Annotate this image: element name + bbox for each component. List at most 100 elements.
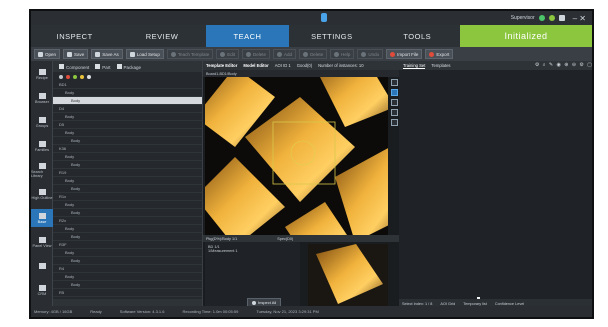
tree-row[interactable]: Body	[53, 89, 202, 97]
zoom-icon[interactable]	[390, 79, 398, 86]
toolbar-button-save[interactable]: Save	[63, 49, 89, 59]
rail-label: Groups	[35, 123, 49, 128]
toolbar-button-load-setup[interactable]: Load Setup	[125, 49, 164, 59]
tree-row[interactable]: R4	[53, 265, 202, 273]
toolbar-button-import-file[interactable]: Import File	[386, 49, 423, 59]
rail-item-base[interactable]: Base	[31, 209, 53, 227]
tree-header-part[interactable]: Part	[95, 63, 111, 70]
tree-row[interactable]: Body	[53, 137, 202, 145]
toolbar-button-delete[interactable]: Delete	[299, 49, 328, 59]
tree-row[interactable]: R2x	[53, 217, 202, 225]
tree-header-icon	[59, 63, 64, 69]
toolbar-button-open[interactable]: Open	[34, 49, 61, 59]
crop-icon[interactable]	[390, 119, 398, 126]
tree-row[interactable]: D4	[53, 105, 202, 113]
ok-icon[interactable]	[73, 74, 77, 79]
tree-row[interactable]: K36	[53, 145, 202, 153]
training-tab-1[interactable]: Templates	[431, 63, 450, 68]
rail-item-search-library[interactable]: Search Library	[31, 161, 53, 179]
tree-row-label: R1x	[59, 194, 67, 199]
tree-row[interactable]: R5	[53, 289, 202, 297]
toolbar-button-edit[interactable]: Edit	[216, 49, 240, 59]
tree-row[interactable]: Body	[53, 201, 202, 209]
toolbar-button-save-as[interactable]: Save As	[91, 49, 123, 59]
tree-row-label: Body	[71, 138, 81, 143]
connection-icon	[538, 15, 545, 21]
toolbar-icon	[361, 51, 367, 57]
warning-icon[interactable]	[80, 74, 84, 79]
filter-icon[interactable]	[87, 74, 91, 79]
toolbar-button-teach-template[interactable]: Teach Template	[166, 49, 214, 59]
tab-settings[interactable]: SETTINGS	[289, 25, 374, 47]
tree-row-label: R19	[59, 170, 67, 175]
viewer-tab-1[interactable]: Model Editor	[243, 63, 268, 68]
toolbar-button-add[interactable]: Add	[273, 49, 297, 59]
tree-row[interactable]: Body	[53, 129, 202, 137]
tree-row[interactable]: Body	[53, 97, 202, 105]
toolbar-icon	[429, 51, 435, 57]
gear-icon[interactable]	[59, 74, 63, 79]
toolbar-button-help[interactable]: Help	[330, 49, 355, 59]
inspection-image[interactable]	[205, 77, 388, 235]
tree-row-label: Body	[65, 274, 75, 279]
toolbar-button-delete[interactable]: Delete	[242, 49, 271, 59]
rail-icon	[38, 68, 46, 75]
error-icon[interactable]	[66, 74, 70, 79]
viewer-tab-2[interactable]: AOI ID 1	[275, 63, 291, 68]
tree-row[interactable]: Body	[53, 233, 202, 241]
tree-row[interactable]: R19	[53, 169, 202, 177]
tab-teach[interactable]: TEACH	[205, 25, 290, 47]
tab-tools[interactable]: TOOLS	[375, 25, 460, 47]
tree-row[interactable]: R3F	[53, 241, 202, 249]
rail-label: Search Library	[31, 169, 44, 178]
tree-row[interactable]: Body	[53, 209, 202, 217]
tree-row[interactable]: Body	[53, 185, 202, 193]
viewer-tab-0[interactable]: Template Editor	[206, 63, 237, 68]
tree-row[interactable]: R1x	[53, 193, 202, 201]
tree-row[interactable]: Body	[53, 249, 202, 257]
tree-row[interactable]: Body	[53, 177, 202, 185]
toolbar-icon	[38, 51, 43, 57]
rail-label: Families	[34, 147, 50, 152]
tree-row[interactable]: Body	[53, 257, 202, 265]
tree-header-component[interactable]: Component	[59, 63, 90, 70]
status-item: Ready	[90, 309, 102, 314]
rail-item-crm[interactable]: CRM	[31, 281, 53, 299]
tree-row[interactable]: D5	[53, 121, 202, 129]
tree-row[interactable]: Body	[53, 273, 202, 281]
tree-row[interactable]: BD1	[53, 81, 202, 89]
rail-item-families[interactable]: Families	[31, 137, 53, 155]
thumbnail-image[interactable]	[308, 244, 388, 309]
toolbar-button-export[interactable]: Export	[425, 49, 454, 59]
tree-row-label: Body	[65, 130, 75, 135]
thumb-label-right: Spec(D0)	[277, 236, 294, 241]
rail-item-recipe[interactable]: Recipe	[31, 65, 53, 83]
window-controls[interactable]: – ✕	[573, 14, 586, 23]
rail-item-panel-view[interactable]: Panel View	[31, 233, 53, 251]
rail-item-groups[interactable]: Groups	[31, 113, 53, 131]
viewer-tab-4[interactable]: Number of instances: 10	[318, 63, 363, 68]
rail-icon	[38, 92, 46, 99]
tree-row[interactable]: Body	[53, 225, 202, 233]
tab-review[interactable]: REVIEW	[118, 25, 205, 47]
rail-item-high-outline[interactable]: High Outline	[31, 185, 53, 203]
tree-row[interactable]: Body	[53, 281, 202, 289]
select-icon[interactable]	[390, 89, 398, 96]
measure-icon[interactable]	[390, 99, 398, 106]
tab-inspect[interactable]: INSPECT	[31, 25, 118, 47]
tree-row[interactable]: Body	[53, 161, 202, 169]
rail-item-browser[interactable]: Browser	[31, 89, 53, 107]
text-icon[interactable]	[390, 109, 398, 116]
rail-item-blank[interactable]	[31, 257, 53, 275]
tree-header-label: Component	[66, 64, 90, 70]
status-item: Tuesday, Nov 21, 2023 3:29:31 PM	[256, 309, 319, 314]
toolbar-button-undo[interactable]: Undo	[357, 49, 384, 59]
training-tab-0[interactable]: Training Set	[403, 63, 426, 69]
tree-header-package[interactable]: Package	[116, 63, 141, 70]
tree-toolbar	[53, 72, 202, 81]
image-tools	[389, 77, 399, 227]
tree-row[interactable]: Body	[53, 153, 202, 161]
rail-icon	[38, 140, 46, 147]
tree-row[interactable]: Body	[53, 113, 202, 121]
viewer-tab-3[interactable]: Good(0)	[297, 63, 312, 68]
